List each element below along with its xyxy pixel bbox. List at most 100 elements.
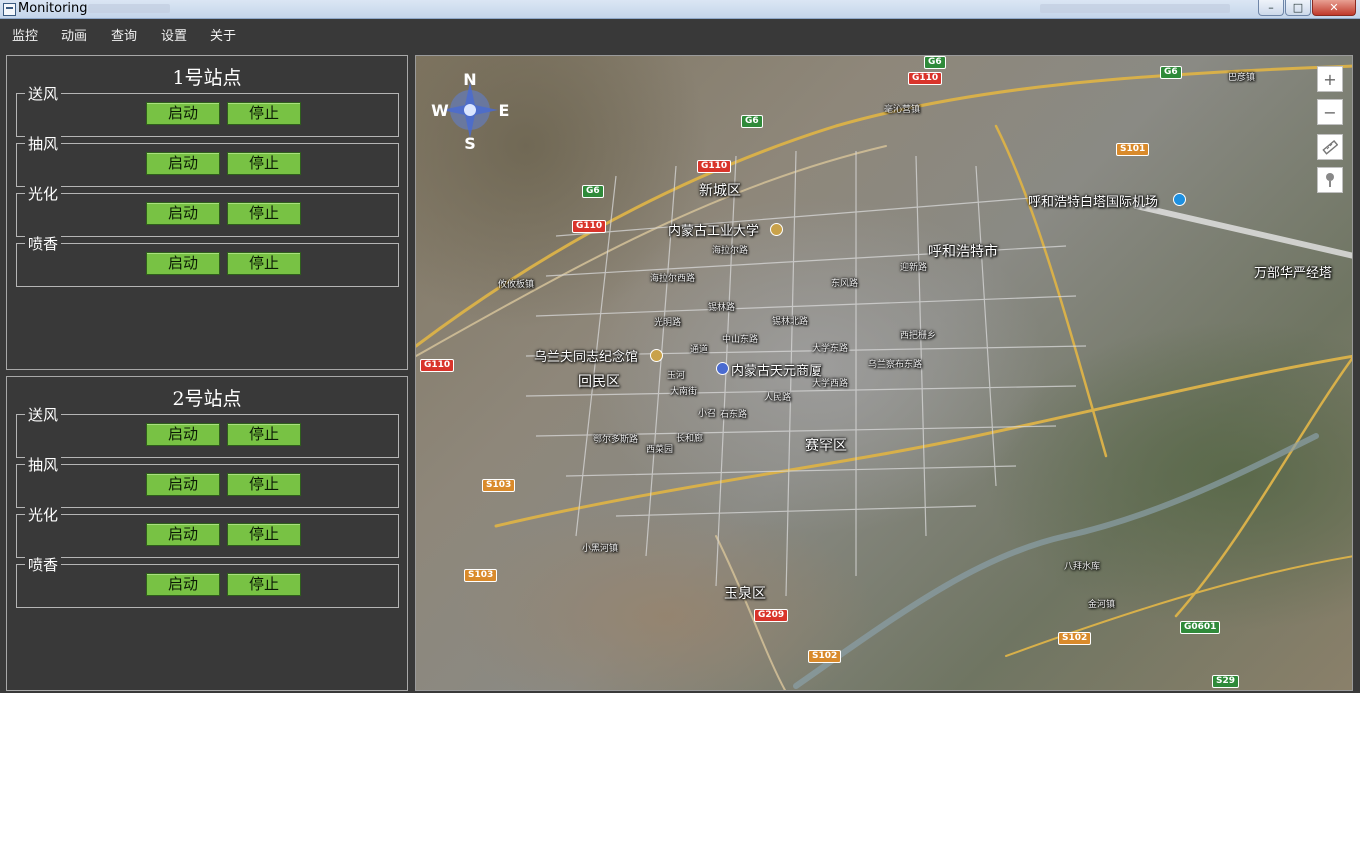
start-button[interactable]: 启动: [146, 423, 220, 446]
ruler-icon[interactable]: [1317, 134, 1343, 160]
group-label: 喷香: [25, 557, 62, 574]
street-label: 光明路: [654, 318, 682, 328]
stop-button[interactable]: 停止: [227, 523, 301, 546]
road-shield: S101: [1116, 143, 1150, 156]
menu-item-query[interactable]: 查询: [111, 25, 137, 44]
menu-item-monitor[interactable]: 监控: [12, 25, 38, 44]
window-title: Monitoring: [18, 1, 88, 16]
stop-button[interactable]: 停止: [227, 473, 301, 496]
road-shield: G6: [924, 56, 946, 69]
road-shield: G110: [697, 160, 732, 173]
street-label: 乌兰察布东路: [868, 360, 923, 370]
start-button[interactable]: 启动: [146, 473, 220, 496]
place-label: 内蒙古天元商厦: [731, 364, 823, 379]
street-label: 小召: [698, 409, 717, 419]
place-label: 呼和浩特白塔国际机场: [1028, 195, 1159, 210]
stop-button[interactable]: 停止: [227, 102, 301, 125]
station-panel-2: 2号站点 送风 启动 停止 抽风 启动 停止 光化 启动 停止 喷香 启动 停止: [6, 376, 408, 691]
place-label: 乌兰夫同志纪念馆: [534, 350, 639, 365]
place-label: 内蒙古工业大学: [668, 224, 760, 239]
menu-bar: 监控 动画 查询 设置 关于: [0, 19, 1360, 47]
blurred-title-text: [1040, 4, 1230, 13]
compass-rose-icon: N S W E: [431, 70, 510, 152]
stop-button[interactable]: 停止: [227, 252, 301, 275]
street-label: 玉河: [667, 371, 686, 381]
street-label: 毫沁营镇: [884, 105, 921, 115]
menu-item-about[interactable]: 关于: [210, 25, 236, 44]
street-label: 中山东路: [722, 335, 759, 345]
road-shield: G0601: [1180, 621, 1221, 634]
airport-icon: [1173, 193, 1186, 206]
highway-g110: [416, 145, 887, 357]
start-button[interactable]: 启动: [146, 523, 220, 546]
compass-east: E: [499, 101, 510, 120]
road-shield: S102: [1058, 632, 1092, 645]
street-label: 小黑河镇: [582, 544, 619, 554]
memorial-icon: [650, 349, 663, 362]
window-titlebar[interactable]: Monitoring – □ ✕: [0, 0, 1360, 19]
control-group-air-supply: 送风 启动 停止: [16, 407, 399, 458]
street-label: 海拉尔西路: [650, 274, 696, 284]
group-label: 喷香: [25, 236, 62, 253]
street-label: 金河镇: [1088, 600, 1116, 610]
control-group-photochemical: 光化 启动 停止: [16, 507, 399, 558]
road-shield: G110: [908, 72, 943, 85]
place-label: 新城区: [699, 183, 741, 199]
zoom-out-button[interactable]: −: [1317, 99, 1343, 125]
control-group-exhaust: 抽风 启动 停止: [16, 136, 399, 187]
station-title: 1号站点: [172, 67, 242, 89]
group-label: 送风: [25, 86, 62, 103]
road-shield: S102: [808, 650, 842, 663]
street-label: 人民路: [764, 393, 792, 403]
close-button[interactable]: ✕: [1312, 0, 1356, 16]
control-group-exhaust: 抽风 启动 停止: [16, 457, 399, 508]
street-label: 大南街: [670, 387, 698, 397]
street-label: 西菜园: [646, 445, 674, 455]
stop-button[interactable]: 停止: [227, 202, 301, 225]
control-group-air-supply: 送风 启动 停止: [16, 86, 399, 137]
road-shield: G6: [741, 115, 763, 128]
street-label: 攸攸板镇: [498, 280, 535, 290]
ring-road-east: [994, 124, 1108, 458]
place-label: 玉泉区: [724, 586, 766, 602]
street-label: 海拉尔路: [712, 246, 749, 256]
start-button[interactable]: 启动: [146, 102, 220, 125]
street-label: 八拜水库: [1064, 562, 1101, 572]
menu-item-settings[interactable]: 设置: [161, 25, 187, 44]
satellite-map[interactable]: N S W E + − 新城区 内蒙古工业大学 呼和浩特市 呼和浩特白塔国际机场…: [415, 55, 1353, 691]
stop-button[interactable]: 停止: [227, 152, 301, 175]
station-panel-1: 1号站点 送风 启动 停止 抽风 启动 停止 光化 启动 停止 喷香 启动 停止: [6, 55, 408, 370]
start-button[interactable]: 启动: [146, 202, 220, 225]
street-label: 迎新路: [900, 263, 928, 273]
airport-runway: [1133, 203, 1352, 259]
river: [793, 433, 1319, 689]
group-label: 抽风: [25, 136, 62, 153]
road-shield: S103: [464, 569, 498, 582]
group-label: 光化: [25, 186, 62, 203]
minimize-button[interactable]: –: [1258, 0, 1284, 16]
street-label: 长和廊: [676, 434, 704, 444]
place-label: 万部华严经塔: [1254, 266, 1333, 281]
maximize-button[interactable]: □: [1285, 0, 1311, 16]
street-label: 西把栅乡: [900, 331, 937, 341]
place-label: 回民区: [578, 374, 620, 390]
menu-item-animation[interactable]: 动画: [61, 25, 87, 44]
street-label: 东风路: [831, 279, 859, 289]
start-button[interactable]: 启动: [146, 252, 220, 275]
group-label: 送风: [25, 407, 62, 424]
zoom-in-button[interactable]: +: [1317, 66, 1343, 92]
control-group-photochemical: 光化 启动 停止: [16, 186, 399, 237]
street-label: 大学西路: [812, 379, 849, 389]
control-group-fragrance: 喷香 启动 停止: [16, 236, 399, 287]
place-label: 赛罕区: [805, 438, 847, 454]
stop-button[interactable]: 停止: [227, 423, 301, 446]
street-label: 大学东路: [812, 344, 849, 354]
shopping-icon: [716, 362, 729, 375]
university-icon: [770, 223, 783, 236]
highway-g0601: [1174, 356, 1352, 618]
pin-icon[interactable]: [1317, 167, 1343, 193]
start-button[interactable]: 启动: [146, 573, 220, 596]
control-group-fragrance: 喷香 启动 停止: [16, 557, 399, 608]
stop-button[interactable]: 停止: [227, 573, 301, 596]
start-button[interactable]: 启动: [146, 152, 220, 175]
